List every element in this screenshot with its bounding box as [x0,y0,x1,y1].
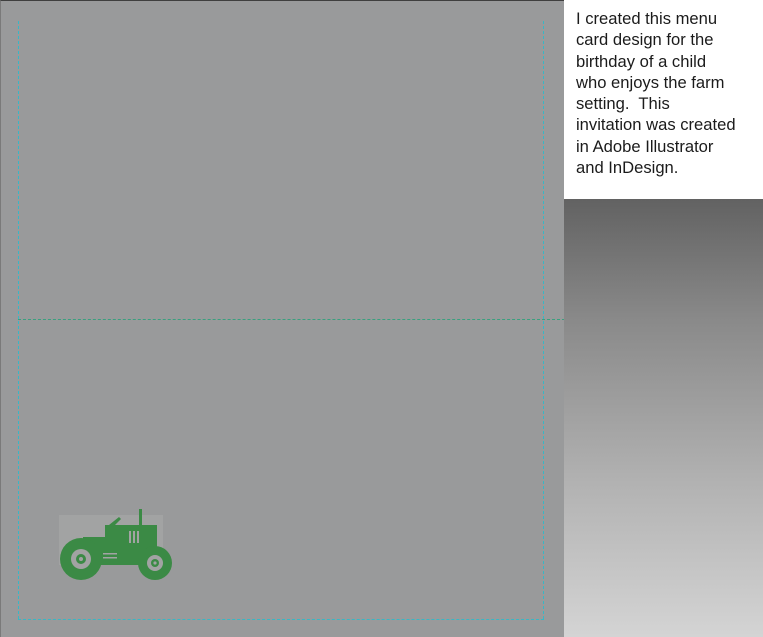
bottom-margin-guide [18,619,544,620]
right-margin-guide [543,21,544,619]
description-panel: I created this menu card design for the … [564,0,763,199]
fold-line-guide [18,319,565,320]
tractor-graphic [57,507,177,583]
menu-card-canvas [0,0,565,637]
description-text: I created this menu card design for the … [576,9,736,178]
left-margin-guide [18,21,19,619]
side-gradient-panel [564,199,763,637]
tractor-icon [60,509,172,580]
